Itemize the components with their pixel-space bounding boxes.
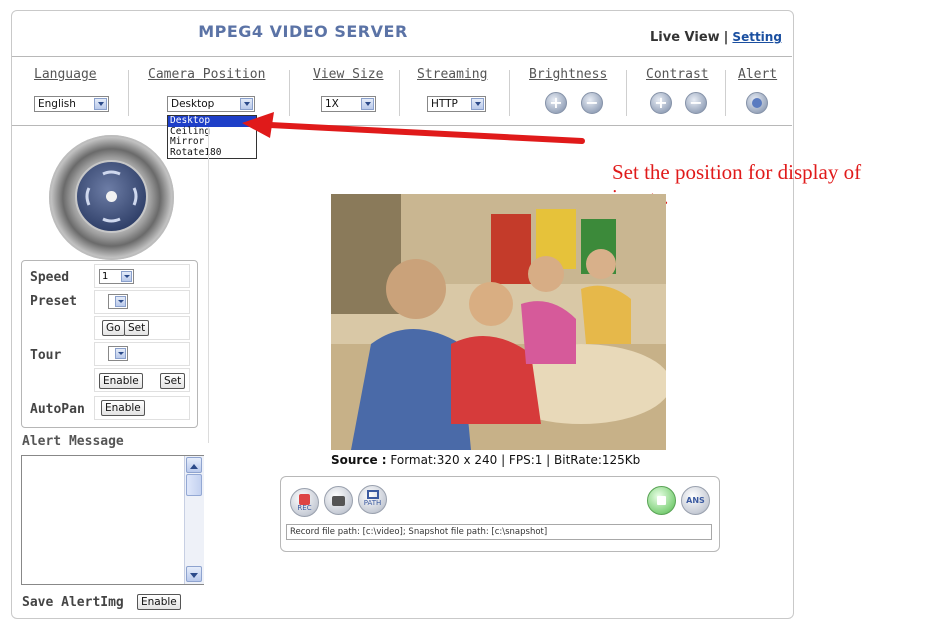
save-alertimg-label: Save AlertImg bbox=[22, 595, 124, 610]
snapshot-button[interactable] bbox=[324, 486, 353, 515]
scroll-up-button[interactable] bbox=[186, 457, 202, 473]
path-label: PATH bbox=[363, 499, 382, 507]
camera-position-label: Camera Position bbox=[148, 67, 266, 82]
brightness-label: Brightness bbox=[529, 67, 608, 82]
preset-label: Preset bbox=[30, 294, 77, 309]
ans-label: ANS bbox=[686, 496, 705, 505]
alert-message-area[interactable] bbox=[21, 455, 204, 585]
source-details: Format:320 x 240 | FPS:1 | BitRate:125Kb bbox=[386, 453, 641, 467]
left-column-border bbox=[208, 127, 209, 443]
alert-icon bbox=[752, 98, 762, 108]
alert-label: Alert bbox=[738, 67, 778, 82]
joystick-dot bbox=[106, 191, 117, 202]
toolbar-separator bbox=[626, 70, 627, 116]
nav-setting-link[interactable]: Setting bbox=[732, 30, 782, 44]
tour-select[interactable] bbox=[108, 346, 128, 361]
autopan-label: AutoPan bbox=[30, 402, 85, 417]
video-feed bbox=[331, 194, 666, 450]
toolbar-separator bbox=[725, 70, 726, 116]
speed-label: Speed bbox=[30, 270, 70, 285]
language-select[interactable]: English bbox=[34, 96, 109, 112]
chevron-up-icon bbox=[190, 464, 198, 469]
tour-enable-button[interactable]: Enable bbox=[99, 373, 143, 389]
streaming-label: Streaming bbox=[417, 67, 488, 82]
contrast-minus-button[interactable]: − bbox=[685, 92, 707, 114]
chevron-down-icon bbox=[190, 573, 198, 578]
contrast-plus-button[interactable]: + bbox=[650, 92, 672, 114]
chevron-down-icon[interactable] bbox=[361, 98, 374, 110]
contrast-label: Contrast bbox=[646, 67, 709, 82]
source-label: Source : bbox=[331, 453, 387, 467]
camera-icon bbox=[332, 496, 345, 506]
path-button[interactable]: PATH bbox=[358, 485, 387, 514]
language-label: Language bbox=[34, 67, 97, 82]
preset-set-button[interactable]: Set bbox=[124, 320, 150, 336]
view-size-value: 1X bbox=[325, 98, 339, 110]
plus-icon: + bbox=[654, 93, 668, 112]
folder-icon bbox=[366, 490, 379, 499]
chevron-down-icon[interactable] bbox=[471, 98, 484, 110]
preset-go-button[interactable]: Go bbox=[102, 320, 125, 336]
tour-set-button[interactable]: Set bbox=[160, 373, 186, 389]
tour-label: Tour bbox=[30, 348, 62, 363]
streaming-value: HTTP bbox=[431, 98, 458, 110]
camera-position-value: Desktop bbox=[171, 98, 215, 110]
speed-value: 1 bbox=[102, 271, 109, 282]
speaker-button[interactable] bbox=[647, 486, 676, 515]
alert-message-title: Alert Message bbox=[22, 434, 124, 449]
scroll-thumb[interactable] bbox=[186, 474, 202, 496]
autopan-enable-button[interactable]: Enable bbox=[101, 400, 145, 416]
chevron-down-icon[interactable] bbox=[94, 98, 107, 110]
annotation-arrow bbox=[242, 112, 585, 144]
speaker-icon bbox=[657, 496, 666, 505]
video-frame-image bbox=[331, 194, 666, 450]
language-value: English bbox=[38, 98, 76, 110]
chevron-down-icon[interactable] bbox=[121, 271, 132, 282]
speed-select[interactable]: 1 bbox=[99, 269, 134, 284]
source-info: Source : Format:320 x 240 | FPS:1 | BitR… bbox=[331, 453, 640, 467]
save-alertimg-enable-button[interactable]: Enable bbox=[137, 594, 181, 610]
file-path-display: Record file path: [c:\video]; Snapshot f… bbox=[286, 524, 712, 540]
preset-select[interactable] bbox=[108, 294, 128, 309]
minus-icon: − bbox=[689, 93, 703, 112]
chevron-down-icon[interactable] bbox=[115, 348, 126, 359]
page-title: MPEG4 VIDEO SERVER bbox=[198, 22, 408, 41]
ans-button[interactable]: ANS bbox=[681, 486, 710, 515]
view-size-label: View Size bbox=[313, 67, 384, 82]
nav-separator: | bbox=[723, 30, 729, 45]
chevron-down-icon[interactable] bbox=[115, 296, 126, 307]
annotation-line: Set the position for display of bbox=[612, 160, 862, 184]
rec-label: REC bbox=[297, 504, 312, 512]
toolbar-separator bbox=[128, 70, 129, 116]
chevron-down-icon[interactable] bbox=[240, 98, 253, 110]
top-nav: Live View | Setting bbox=[650, 30, 782, 45]
scroll-down-button[interactable] bbox=[186, 566, 202, 582]
header-divider bbox=[12, 56, 792, 57]
alert-scrollbar[interactable] bbox=[184, 456, 204, 584]
nav-live-view[interactable]: Live View bbox=[650, 30, 720, 45]
alert-button[interactable] bbox=[746, 92, 768, 114]
record-button[interactable]: REC bbox=[290, 488, 319, 517]
